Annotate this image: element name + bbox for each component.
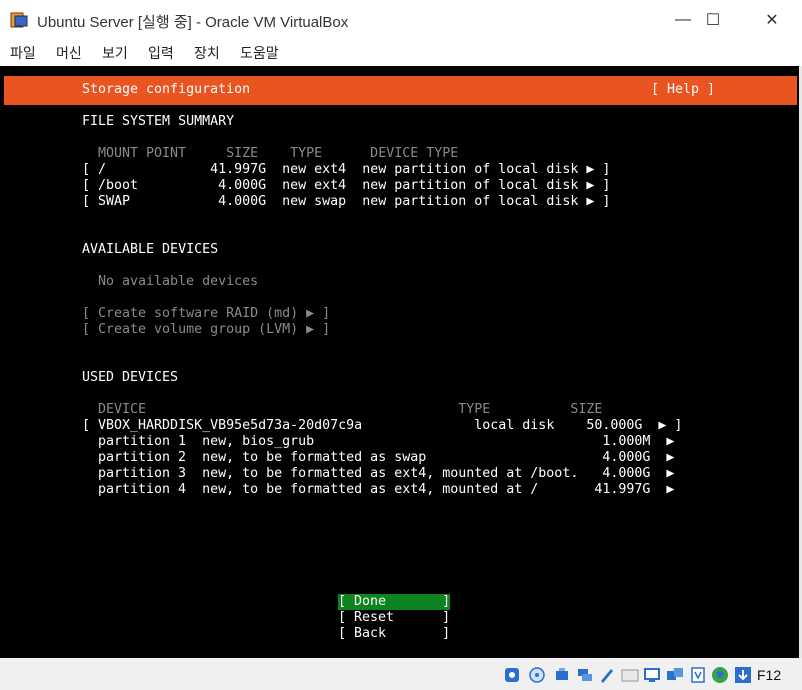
available-devices-heading: AVAILABLE DEVICES [82, 242, 219, 257]
audio-icon[interactable] [553, 666, 571, 684]
status-bar: F12 [0, 658, 802, 690]
optical-disk-icon[interactable] [528, 666, 546, 684]
menu-file[interactable]: 파일 [10, 43, 36, 63]
partition-row[interactable]: partition 2 new, to be formatted as swap… [98, 450, 674, 466]
menu-machine[interactable]: 머신 [56, 43, 82, 63]
partition-row[interactable]: partition 1 new, bios_grub 1.000M ▶ [98, 434, 674, 450]
menu-view[interactable]: 보기 [102, 43, 128, 63]
host-key-label: F12 [757, 667, 782, 683]
back-button[interactable]: [ Back ] [338, 626, 450, 642]
mouse-integration-icon[interactable] [711, 666, 729, 684]
partition-row[interactable]: partition 3 new, to be formatted as ext4… [98, 466, 674, 482]
used-devices-columns: DEVICE TYPE SIZE [98, 402, 603, 417]
used-disk-row[interactable]: [ VBOX_HARDDISK_VB95e5d73a-20d07c9a loca… [82, 418, 682, 434]
page-title: Storage configuration [82, 82, 251, 97]
fs-row-boot[interactable]: [ /boot 4.000G new ext4 new partition of… [82, 178, 610, 194]
virtualbox-icon [10, 12, 28, 28]
fs-summary-heading: FILE SYSTEM SUMMARY [82, 114, 235, 129]
menu-bar: 파일 머신 보기 입력 장치 도움말 [0, 40, 802, 66]
fs-row-root[interactable]: [ / 41.997G new ext4 new partition of lo… [82, 162, 610, 178]
keyboard-capture-icon[interactable] [734, 666, 752, 684]
maximize-button[interactable]: ☐ [690, 6, 736, 34]
menu-devices[interactable]: 장치 [194, 43, 220, 63]
cpu-icon[interactable] [689, 666, 707, 684]
vm-console[interactable]: Storage configuration [ Help ] FILE SYST… [0, 66, 799, 658]
used-devices-heading: USED DEVICES [82, 370, 179, 385]
usb-icon[interactable] [598, 666, 616, 684]
create-raid-button[interactable]: [ Create software RAID (md) ▶ ] [82, 306, 330, 322]
maximize-icon: ☐ [705, 12, 721, 29]
partition-row[interactable]: partition 4 new, to be formatted as ext4… [98, 482, 674, 498]
minimize-icon: — [675, 11, 691, 28]
help-button[interactable]: [ Help ] [651, 82, 715, 98]
fs-summary-columns: MOUNT POINT SIZE TYPE DEVICE TYPE [98, 146, 459, 161]
network-icon[interactable] [576, 666, 594, 684]
no-devices-text: No available devices [98, 274, 259, 289]
reset-button[interactable]: [ Reset ] [338, 610, 450, 626]
fs-row-swap[interactable]: [ SWAP 4.000G new swap new partition of … [82, 194, 610, 210]
window-titlebar: Ubuntu Server [실행 중] - Oracle VM Virtual… [0, 0, 802, 40]
shared-folder-icon[interactable] [621, 666, 639, 684]
recording-icon[interactable] [666, 666, 684, 684]
create-lvm-button[interactable]: [ Create volume group (LVM) ▶ ] [82, 322, 330, 338]
window-title: Ubuntu Server [실행 중] - Oracle VM Virtual… [37, 14, 349, 31]
display-icon[interactable] [643, 666, 661, 684]
close-button[interactable]: ✕ [749, 6, 795, 34]
hdd-icon[interactable] [503, 666, 521, 684]
done-button[interactable]: [ Done ] [338, 594, 451, 610]
close-icon: ✕ [765, 12, 779, 29]
menu-help[interactable]: 도움말 [240, 43, 279, 63]
menu-input[interactable]: 입력 [148, 43, 174, 63]
